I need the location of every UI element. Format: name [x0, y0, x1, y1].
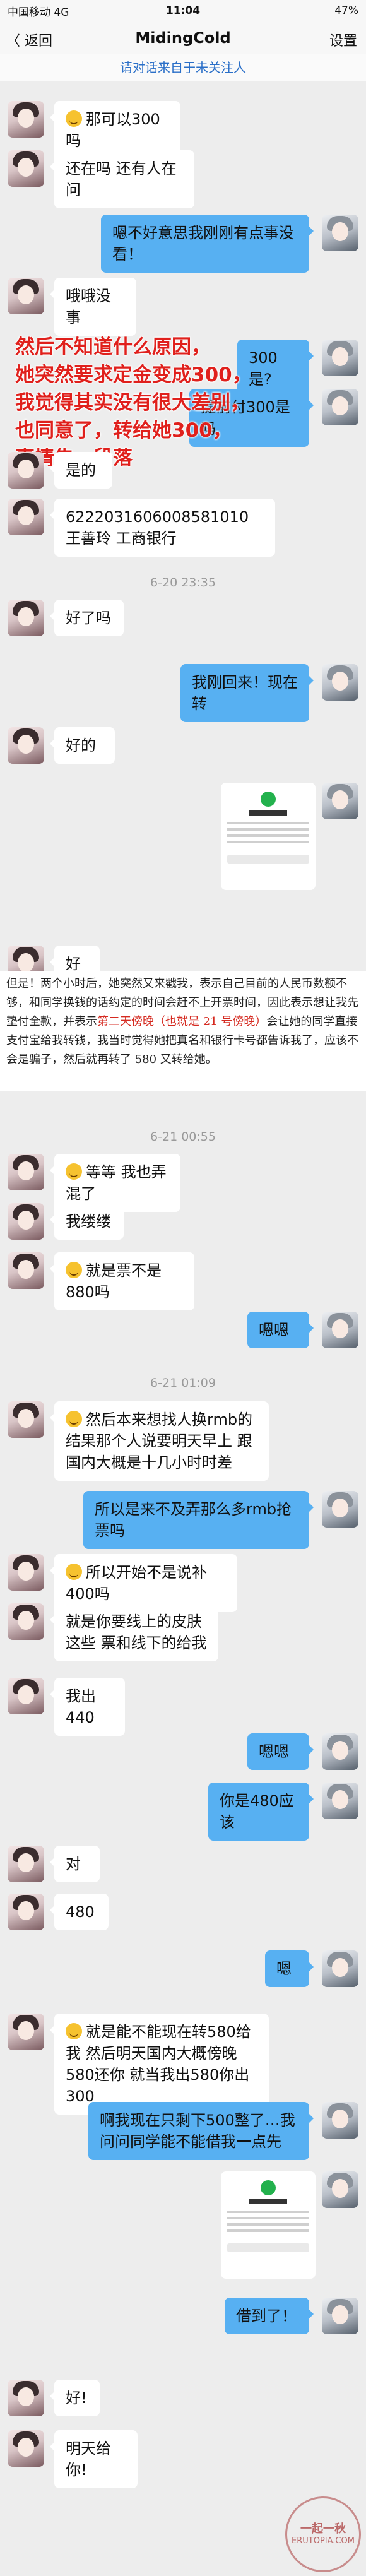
- avatar[interactable]: [8, 101, 44, 138]
- avatar[interactable]: [322, 1733, 358, 1770]
- avatar[interactable]: [8, 452, 44, 489]
- avatar[interactable]: [322, 215, 358, 251]
- grin-emoji-icon: [66, 1163, 82, 1180]
- avatar[interactable]: [322, 2171, 358, 2208]
- avatar[interactable]: [8, 1252, 44, 1289]
- transfer-screenshot[interactable]: [221, 783, 316, 890]
- avatar[interactable]: [8, 2430, 44, 2467]
- avatar[interactable]: [8, 1401, 44, 1438]
- message-bubble: 好!: [50, 2380, 100, 2416]
- success-check-icon: [261, 2180, 276, 2195]
- message-bubble: 就是能不能现在转580给我 然后明天国内大概傍晚 580还你 就当我出580你出…: [50, 2014, 269, 2115]
- status-bar: 中国移动 4G 11:04 47%: [0, 0, 366, 21]
- avatar[interactable]: [8, 2380, 44, 2416]
- chat-title: MidingCold: [135, 29, 231, 47]
- avatar[interactable]: [8, 1894, 44, 1930]
- transfer-screenshot[interactable]: [221, 2171, 316, 2279]
- avatar[interactable]: [322, 2102, 358, 2139]
- message-bubble: 还在吗 还有人在问: [50, 150, 194, 208]
- avatar[interactable]: [8, 600, 44, 636]
- chat-header: 〈 返回 MidingCold 设置: [0, 21, 366, 54]
- avatar[interactable]: [322, 1312, 358, 1348]
- message-bubble: 我刚回来！现在转: [180, 664, 314, 722]
- message-bubble: 嗯: [265, 1950, 314, 1987]
- message-bubble: 嗯不好意思我刚刚有点事没看！: [101, 215, 314, 273]
- site-watermark: 一起一秋 ERUTOPIA.COM: [285, 2496, 361, 2572]
- message-bubble: 明天给你!: [50, 2430, 138, 2488]
- annotation-overlay: 然后不知道什么原因， 她突然要求定金变成300， 我觉得其实没有很大差别， 也同…: [15, 336, 252, 470]
- settings-button[interactable]: 设置: [329, 30, 357, 50]
- message-bubble: 就是票不是880吗: [50, 1252, 194, 1310]
- message-bubble: 我缕缕: [50, 1203, 124, 1240]
- message-bubble: 所以是来不及弄那么多rmb抢票吗: [83, 1491, 314, 1549]
- avatar[interactable]: [8, 1554, 44, 1591]
- message-bubble: 是的: [50, 452, 112, 489]
- clock: 11:04: [165, 4, 201, 17]
- grin-emoji-icon: [66, 1564, 82, 1580]
- avatar[interactable]: [8, 1603, 44, 1640]
- grin-emoji-icon: [66, 1411, 82, 1427]
- narrative-paragraph: 但是！两个小时后，她突然又来戳我，表示自己目前的人民币数额不够，和同学换钱的话约…: [0, 971, 366, 1091]
- highlighted-date: 第二天傍晚（也就是 21 号傍晚）: [97, 1015, 267, 1028]
- avatar[interactable]: [8, 1678, 44, 1714]
- message-bubble: 就是你要线上的皮肤这些 票和线下的给我: [50, 1603, 218, 1661]
- avatar[interactable]: [322, 389, 358, 425]
- avatar[interactable]: [8, 2014, 44, 2050]
- avatar[interactable]: [322, 1491, 358, 1528]
- avatar[interactable]: [322, 783, 358, 819]
- message-bubble: 啊我现在只剩下500整了…我问问同学能不能借我一点先: [88, 2102, 314, 2160]
- avatar[interactable]: [322, 664, 358, 701]
- avatar[interactable]: [8, 727, 44, 764]
- message-bubble: 哦哦没事: [50, 278, 136, 336]
- message-bubble: 我出440: [50, 1678, 125, 1736]
- message-bubble: 借到了！: [225, 2298, 314, 2334]
- message-bubble: 然后本来想找人换rmb的 结果那个人说要明天早上 跟国内大概是十几小时时差: [50, 1401, 269, 1481]
- avatar[interactable]: [8, 150, 44, 187]
- stranger-notice: 请对话来自于未关注人: [0, 54, 366, 81]
- avatar[interactable]: [322, 2298, 358, 2334]
- success-check-icon: [261, 792, 276, 807]
- message-bubble: 6222031606008581010 王善玲 工商银行: [50, 499, 275, 557]
- grin-emoji-icon: [66, 2023, 82, 2039]
- avatar[interactable]: [8, 278, 44, 314]
- grin-emoji-icon: [66, 1262, 82, 1278]
- message-bubble: 好了吗: [50, 600, 124, 636]
- avatar[interactable]: [8, 1154, 44, 1190]
- timestamp: 6-21 00:55: [150, 1130, 216, 1144]
- avatar[interactable]: [322, 340, 358, 376]
- avatar[interactable]: [8, 1203, 44, 1240]
- timestamp: 6-21 01:09: [150, 1376, 216, 1390]
- message-bubble: 对: [50, 1846, 100, 1882]
- timestamp: 6-20 23:35: [150, 576, 216, 590]
- smile-emoji-icon: [66, 110, 82, 127]
- avatar[interactable]: [322, 1950, 358, 1987]
- message-bubble: 嗯嗯: [247, 1312, 314, 1348]
- message-bubble: 你是480应该: [208, 1783, 314, 1841]
- avatar[interactable]: [8, 1846, 44, 1882]
- message-bubble: 好的: [50, 727, 115, 764]
- message-bubble: 嗯嗯: [247, 1733, 314, 1770]
- avatar[interactable]: [322, 1783, 358, 1819]
- avatar[interactable]: [8, 499, 44, 535]
- message-bubble: 480: [50, 1894, 109, 1930]
